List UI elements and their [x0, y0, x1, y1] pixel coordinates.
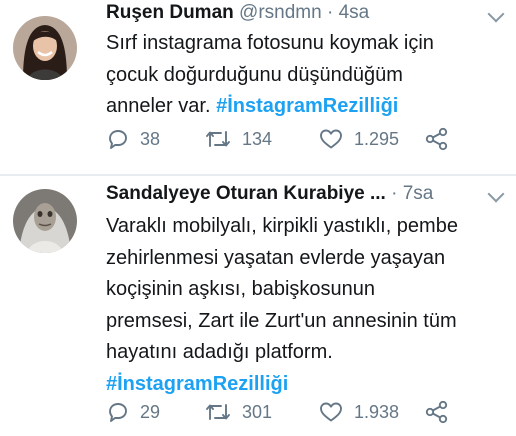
hashtag-link[interactable]: #İnstagramRezilliği	[106, 373, 288, 395]
tweet-text: Sırf instagrama fotosunu koymak için çoc…	[106, 28, 506, 123]
tweet-text-line: çocuk doğurduğunu düşündüğüm	[106, 63, 403, 86]
reply-count: 29	[140, 401, 161, 422]
reply-count: 38	[140, 128, 161, 149]
tweet-header: Ruşen Duman @rsndmn · 4sa	[106, 1, 476, 25]
tweet[interactable]: Ruşen Duman @rsndmn · 4sa Sırf instagram…	[0, 0, 516, 174]
retweet-button[interactable]: 134	[204, 125, 272, 153]
tweet-text-line: Varaklı mobilyalı, kirpikli yastıklı, pe…	[106, 215, 458, 237]
tweet-text-line: zehirlenmesi yaşatan evlerde yaşayan	[106, 246, 446, 269]
reply-icon	[109, 130, 127, 149]
hashtag-link[interactable]: #İnstagramRezilliği	[216, 95, 398, 117]
retweet-icon	[206, 404, 230, 420]
tweet-text-line: Sırf instagrama fotosunu koymak için	[106, 32, 434, 54]
like-button[interactable]: 1.938	[318, 398, 399, 426]
tweet-text-line: premsesi, Zart ile Zurt'un annesinin tüm	[106, 309, 457, 332]
timestamp[interactable]: 4sa	[339, 2, 370, 23]
tweet-header: Sandalyeye Oturan Kurabiye ... · 7sa	[106, 182, 476, 206]
author-name[interactable]: Ruşen Duman	[106, 2, 234, 23]
like-icon	[320, 402, 342, 422]
separator-dot: ·	[391, 183, 398, 204]
tweet-text-line: #İnstagramRezilliği	[106, 369, 506, 401]
retweet-icon	[206, 131, 230, 147]
action-bar: 29 301 1.938	[106, 398, 506, 426]
reply-button[interactable]: 29	[106, 398, 160, 426]
like-button[interactable]: 1.295	[318, 125, 399, 153]
tweet-text: Varaklı mobilyalı, kirpikli yastıklı, pe…	[106, 211, 506, 400]
like-count: 1.295	[354, 128, 400, 149]
avatar[interactable]	[13, 16, 77, 80]
timestamp[interactable]: 7sa	[403, 183, 434, 204]
share-button[interactable]	[424, 398, 450, 426]
retweet-count: 301	[242, 401, 273, 422]
retweet-button[interactable]: 301	[204, 398, 272, 426]
tweet-text-line: koçişinin aşkısı, babişkosunun	[106, 278, 376, 300]
separator-dot: ·	[326, 2, 334, 23]
like-icon	[320, 129, 342, 149]
action-bar: 38 134 1.295	[106, 125, 506, 153]
share-icon	[425, 400, 448, 424]
like-count: 1.938	[354, 401, 400, 422]
author-name[interactable]: Sandalyeye Oturan Kurabiye ...	[106, 183, 386, 204]
share-button[interactable]	[424, 125, 450, 153]
avatar[interactable]	[13, 189, 77, 253]
chevron-down-icon[interactable]	[487, 185, 505, 203]
share-icon	[425, 127, 448, 151]
tweet-text-line: anneler var. #İnstagramRezilliği	[106, 91, 506, 123]
retweet-count: 134	[242, 128, 273, 149]
author-handle[interactable]: @rsndmn	[239, 2, 322, 23]
reply-icon	[109, 403, 127, 422]
chevron-down-icon[interactable]	[487, 5, 505, 23]
reply-button[interactable]: 38	[106, 125, 160, 153]
tweet-text-line: hayatını adadığı platform.	[106, 341, 333, 363]
tweet[interactable]: Sandalyeye Oturan Kurabiye ... · 7sa Var…	[0, 176, 516, 436]
tweet-text-fragment: anneler var.	[106, 95, 217, 117]
